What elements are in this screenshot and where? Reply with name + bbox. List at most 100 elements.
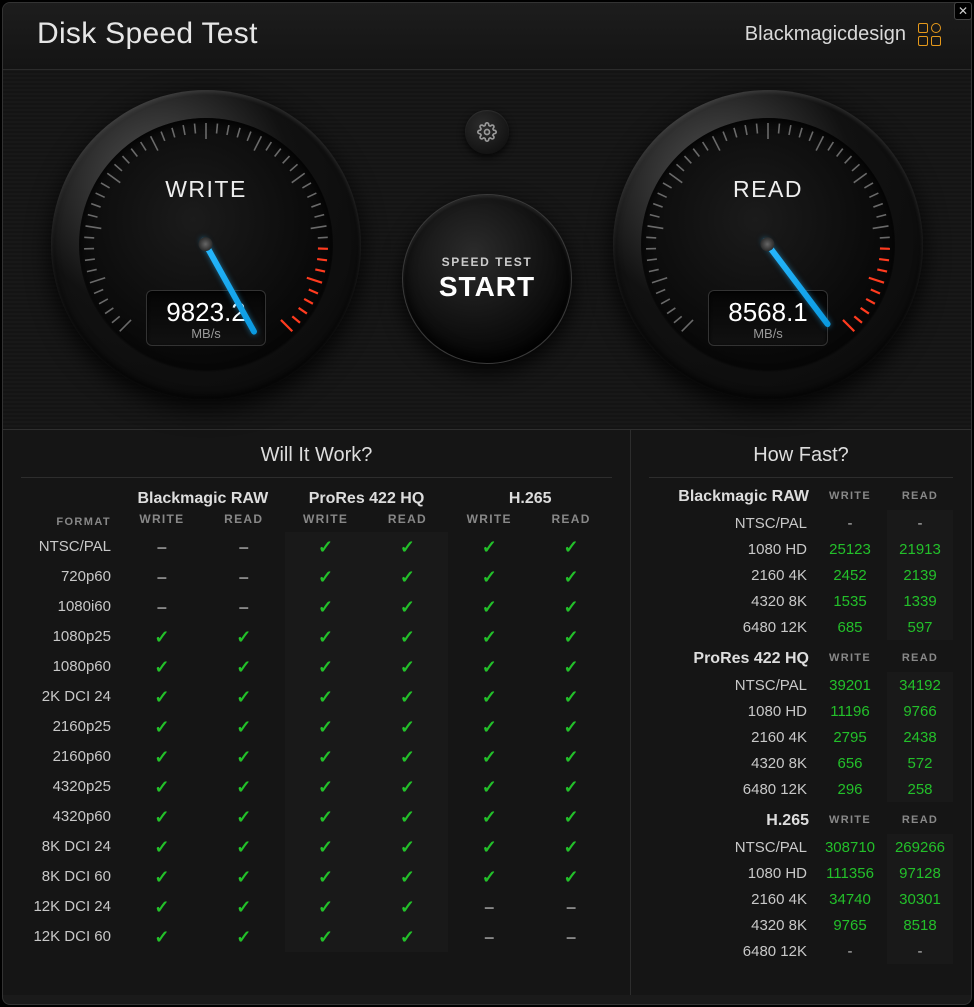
will-cell: ✓ [367,772,449,802]
will-cell: – [203,592,285,622]
will-cell: ✓ [530,622,612,652]
fast-read-value: 8518 [887,912,953,938]
will-cell: ✓ [203,892,285,922]
will-row-label: 1080p25 [21,622,121,652]
fast-section: ProRes 422 HQWRITEREADNTSC/PAL3920134192… [649,646,953,802]
tables: Will It Work? Blackmagic RAW ProRes 422 H… [3,430,971,995]
will-cell: ✓ [448,712,530,742]
fast-section: Blackmagic RAWWRITEREADNTSC/PAL--1080 HD… [649,484,953,640]
start-button[interactable]: SPEED TEST START [402,194,572,364]
will-cell: ✓ [285,742,367,772]
will-cell: ✓ [367,712,449,742]
will-cell: – [203,532,285,562]
fast-write-value: 2452 [817,562,883,588]
fast-col-write: WRITE [817,646,883,672]
will-cell: ✓ [285,772,367,802]
will-cell: ✓ [121,682,203,712]
fast-read-value: 572 [887,750,953,776]
will-cell: ✓ [367,802,449,832]
settings-button[interactable] [465,110,509,154]
will-cell: – [121,562,203,592]
fast-write-value: 2795 [817,724,883,750]
fast-row-label: 6480 12K [649,938,813,964]
fast-row-label: 6480 12K [649,776,813,802]
start-big-label: START [439,271,535,303]
will-cell: ✓ [530,742,612,772]
will-cell: ✓ [285,802,367,832]
close-button[interactable]: ✕ [954,2,972,20]
will-cell: ✓ [121,622,203,652]
will-cell: ✓ [285,862,367,892]
will-cell: ✓ [203,922,285,952]
will-cell: ✓ [448,622,530,652]
will-cell: ✓ [367,532,449,562]
will-cell: ✓ [203,802,285,832]
will-format-header: FORMAT [21,510,121,532]
will-cell: ✓ [367,622,449,652]
will-row-label: 2K DCI 24 [21,682,121,712]
fast-title: How Fast? [649,438,953,478]
will-cell: ✓ [448,772,530,802]
will-cell: ✓ [121,652,203,682]
will-cell: ✓ [530,562,612,592]
fast-codec-header: Blackmagic RAW [649,484,813,510]
will-cell: ✓ [285,892,367,922]
will-cell: ✓ [530,862,612,892]
gauge-area: WRITE 9823.2 MB/s SPEED TEST START [3,70,971,430]
will-row-label: 720p60 [21,562,121,592]
will-cell: ✓ [448,832,530,862]
will-cell: – [203,562,285,592]
will-cell: ✓ [121,712,203,742]
fast-read-value: 9766 [887,698,953,724]
will-cell: ✓ [203,712,285,742]
will-col-write: WRITE [121,510,203,532]
fast-write-value: 308710 [817,834,883,860]
fast-row-label: 4320 8K [649,588,813,614]
will-cell: ✓ [203,622,285,652]
will-cell: ✓ [448,862,530,892]
fast-read-value: 1339 [887,588,953,614]
fast-row-label: NTSC/PAL [649,510,813,536]
will-row-label: 8K DCI 24 [21,832,121,862]
will-cell: ✓ [285,532,367,562]
fast-write-value: - [817,938,883,964]
fast-row-label: 2160 4K [649,562,813,588]
will-cell: ✓ [448,682,530,712]
will-cell: ✓ [121,862,203,892]
gear-icon [477,122,497,142]
will-cell: ✓ [448,562,530,592]
will-cell: ✓ [367,862,449,892]
fast-codec-header: H.265 [649,808,813,834]
will-cell: ✓ [121,802,203,832]
will-row-label: 4320p25 [21,772,121,802]
will-cell: ✓ [530,712,612,742]
fast-codec-header: ProRes 422 HQ [649,646,813,672]
fast-section: H.265WRITEREADNTSC/PAL3087102692661080 H… [649,808,953,964]
will-row-label: 4320p60 [21,802,121,832]
fast-write-value: 25123 [817,536,883,562]
will-cell: – [448,922,530,952]
fast-col-write: WRITE [817,808,883,834]
will-cell: ✓ [367,922,449,952]
read-gauge: READ 8568.1 MB/s [613,90,923,400]
will-row-label: 2160p25 [21,712,121,742]
will-cell: ✓ [367,652,449,682]
will-cell: ✓ [285,622,367,652]
will-cell: ✓ [203,652,285,682]
will-col-read: READ [367,510,449,532]
fast-write-value: 111356 [817,860,883,886]
fast-write-value: 296 [817,776,883,802]
will-cell: – [530,922,612,952]
will-cell: ✓ [285,712,367,742]
start-small-label: SPEED TEST [442,255,533,269]
will-row-label: NTSC/PAL [21,532,121,562]
fast-write-value: 685 [817,614,883,640]
will-cell: ✓ [203,862,285,892]
will-cell: ✓ [285,592,367,622]
fast-write-value: 39201 [817,672,883,698]
will-cell: ✓ [530,802,612,832]
fast-row-label: 1080 HD [649,698,813,724]
will-row-label: 12K DCI 24 [21,892,121,922]
will-title: Will It Work? [21,438,612,478]
fast-row-label: 2160 4K [649,724,813,750]
